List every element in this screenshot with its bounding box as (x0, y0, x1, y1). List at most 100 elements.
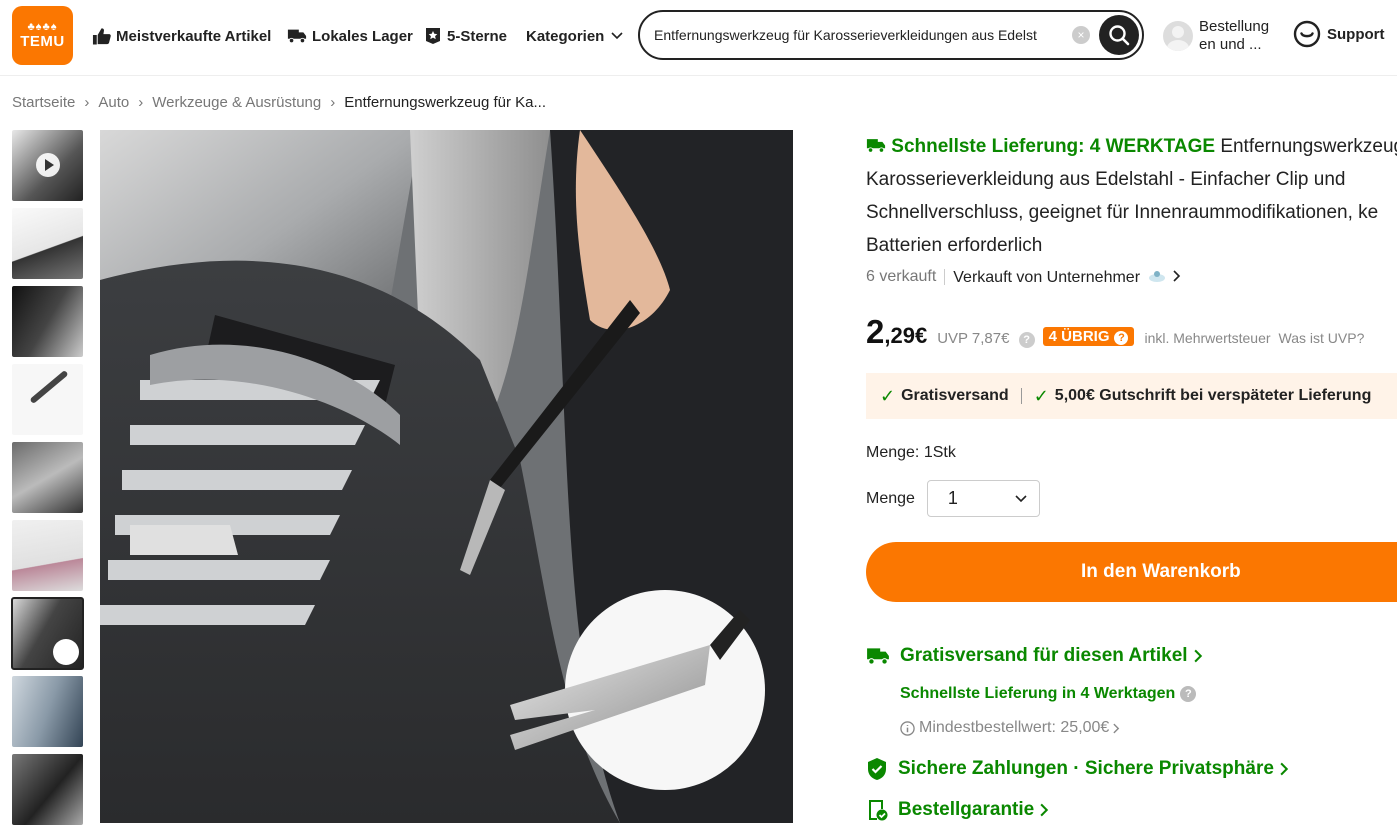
uvp-price: UVP 7,87€ ? (937, 330, 1035, 348)
nav-five-stars[interactable]: 5-Sterne (424, 24, 507, 48)
product-photo (100, 130, 793, 823)
fast-delivery-label: Schnellste Lieferung: 4 WERKTAGE (891, 136, 1216, 157)
thumbnail-image[interactable] (12, 520, 83, 591)
guarantee-label: Bestellgarantie (898, 799, 1035, 820)
search-input[interactable]: Entfernungswerkzeug für Karosserieverkle… (654, 27, 1068, 43)
main-product-image[interactable] (100, 130, 793, 823)
thumbnail-image[interactable] (12, 286, 83, 357)
quantity-value: 1 (947, 488, 958, 508)
account-label: Bestellung en und ... (1199, 18, 1269, 54)
divider (1020, 388, 1022, 404)
info-icon[interactable]: ? (1018, 332, 1035, 348)
chevron-right-icon (1040, 803, 1049, 817)
check-icon: ✓ (1033, 385, 1049, 406)
seller-link[interactable]: Verkauft von Unternehmer (944, 269, 1181, 286)
price-row: 2 ,29€ UVP 7,87€ ? 4 ÜBRIG? inkl. Mehrwe… (866, 313, 1364, 351)
quantity-info: Menge: 1Stk (866, 444, 956, 461)
breadcrumb-separator: › (84, 94, 90, 111)
nav-label: Meistverkaufte Artikel (116, 27, 272, 45)
clear-icon[interactable]: × (1072, 26, 1090, 44)
product-info: Schnellste Lieferung: 4 WERKTAGE Entfern… (866, 130, 1397, 821)
free-shipping-label: Gratisversand (901, 387, 1009, 404)
nav-label: Lokales Lager (312, 27, 413, 45)
support-label: Support (1327, 25, 1385, 43)
chat-support-icon (1293, 20, 1321, 48)
logo-text: TEMU (20, 33, 65, 50)
nav-label: 5-Sterne (447, 27, 508, 45)
search-icon (1109, 25, 1130, 46)
breadcrumb-separator: › (138, 94, 144, 111)
seller-label: Verkauft von Unternehmer (953, 269, 1141, 286)
chevron-down-icon (611, 32, 623, 40)
fast-delivery-text: Schnellste Lieferung in 4 Werktagen (900, 685, 1176, 702)
thumbnail-image[interactable] (12, 442, 83, 513)
truck-icon (287, 29, 307, 44)
guarantee-icon (869, 800, 888, 821)
payments-label: Sichere Zahlungen · Sichere Privatsphäre (898, 758, 1274, 779)
breadcrumb-separator: › (330, 94, 336, 111)
support-link[interactable]: Support (1293, 20, 1385, 48)
order-guarantee-benefit[interactable]: Bestellgarantie (866, 798, 1049, 822)
help-icon[interactable]: ? (1180, 686, 1197, 702)
thumbnail-image[interactable] (12, 208, 83, 279)
sold-row: 6 verkauft Verkauft von Unternehmer (866, 268, 1397, 286)
min-order-text: Mindestbestellwert: 25,00€ (919, 719, 1110, 736)
quantity-row: Menge 1 (866, 480, 1040, 517)
uvp-question-link[interactable]: Was ist UVP? (1279, 330, 1365, 346)
nav-categories[interactable]: Kategorien (526, 24, 623, 48)
play-icon (36, 153, 60, 177)
seller-badge-icon (1149, 271, 1166, 282)
thumbnail-image[interactable] (12, 754, 83, 825)
nav-label: Kategorien (526, 27, 605, 45)
stock-text: 4 ÜBRIG (1048, 328, 1110, 345)
info-icon[interactable]: ? (1114, 331, 1129, 345)
secure-payments-benefit[interactable]: Sichere Zahlungen · Sichere Privatsphäre (866, 757, 1289, 781)
price-integer: 2 (866, 313, 885, 350)
late-credit-label: 5,00€ Gutschrift bei verspäteter Lieferu… (1054, 387, 1372, 404)
chevron-right-icon (1193, 649, 1202, 663)
fast-delivery-detail: Schnellste Lieferung in 4 Werktagen ? (900, 685, 1197, 703)
avatar (1163, 21, 1193, 51)
breadcrumb-auto[interactable]: Auto (98, 94, 129, 111)
shipping-benefits-box: ✓ Gratisversand ✓ 5,00€ Gutschrift bei v… (866, 373, 1397, 419)
shield-icon (868, 758, 886, 780)
chevron-right-icon (1173, 270, 1181, 282)
breadcrumb: Startseite › Auto › Werkzeuge & Ausrüstu… (12, 94, 546, 111)
breadcrumb-home[interactable]: Startseite (12, 94, 75, 111)
truck-icon (867, 648, 889, 665)
thumbnail-image[interactable] (12, 364, 83, 435)
account-line1: Bestellung (1199, 18, 1270, 35)
thumbs-up-icon (92, 28, 111, 45)
thumbnail-list (11, 130, 84, 831)
free-shipping-benefit[interactable]: Gratisversand für diesen Artikel (866, 645, 1203, 667)
vat-note: inkl. Mehrwertsteuer (1144, 330, 1271, 346)
logo-icons: ♣♠♣♠ (27, 21, 58, 33)
stock-badge: 4 ÜBRIG? (1042, 327, 1135, 346)
thumbnail-image[interactable] (12, 676, 83, 747)
breadcrumb-current: Entfernungswerkzeug für Ka... (344, 94, 546, 111)
info-icon (900, 720, 915, 736)
search-button[interactable] (1099, 15, 1139, 55)
star-badge-icon (426, 28, 440, 44)
zoom-circle (53, 639, 79, 665)
tool-shape (29, 369, 69, 405)
thumbnail-video[interactable] (12, 130, 83, 201)
add-to-cart-button[interactable]: In den Warenkorb (866, 542, 1397, 602)
temu-logo[interactable]: ♣♠♣♠ TEMU (12, 6, 73, 65)
account-orders[interactable]: Bestellung en und ... (1163, 18, 1269, 54)
truck-icon (866, 139, 886, 153)
search-bar[interactable]: Entfernungswerkzeug für Karosserieverkle… (638, 10, 1144, 60)
chevron-right-icon (1280, 762, 1289, 776)
thumbnail-image-selected[interactable] (11, 597, 84, 670)
quantity-select[interactable]: 1 (926, 480, 1040, 517)
product-title: Schnellste Lieferung: 4 WERKTAGE Entfern… (866, 130, 1397, 262)
nav-local-warehouse[interactable]: Lokales Lager (287, 24, 413, 48)
shipping-title: Gratisversand für diesen Artikel (900, 645, 1188, 666)
nav-bestsellers[interactable]: Meistverkaufte Artikel (92, 24, 271, 48)
header: ♣♠♣♠ TEMU Meistverkaufte Artikel Lokales… (0, 0, 1397, 76)
quantity-label: Menge (866, 489, 915, 507)
price-cents: ,29€ (884, 323, 928, 348)
chevron-down-icon (1015, 494, 1027, 502)
min-order-link[interactable]: Mindestbestellwert: 25,00€ (900, 719, 1120, 737)
breadcrumb-tools[interactable]: Werkzeuge & Ausrüstung (152, 94, 321, 111)
